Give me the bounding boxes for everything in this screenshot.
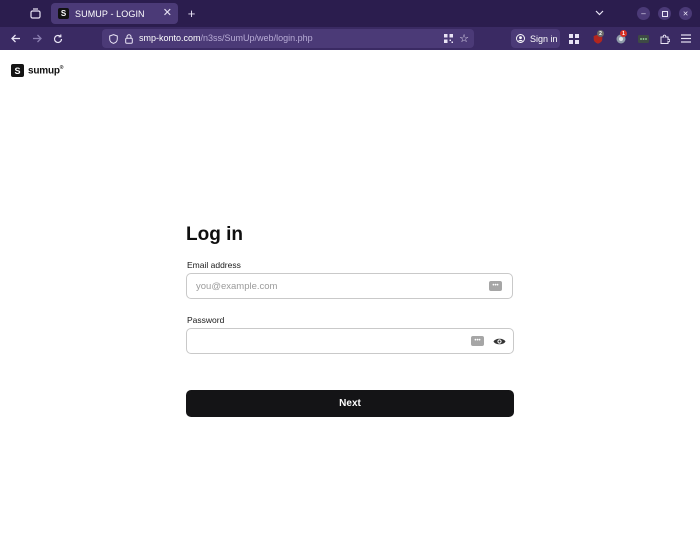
password-manager-icon[interactable]: ••• bbox=[489, 281, 502, 291]
sign-in-button[interactable]: Sign in bbox=[511, 29, 560, 48]
sumup-logo[interactable]: S sumup® bbox=[11, 64, 63, 77]
logo-text: sumup® bbox=[28, 64, 64, 77]
page-content: S sumup® Log in Email address ••• Passwo… bbox=[0, 50, 700, 536]
tab-favicon-icon: S bbox=[58, 8, 69, 19]
maximize-icon[interactable] bbox=[658, 7, 671, 20]
qr-code-icon[interactable] bbox=[443, 33, 454, 44]
tab-overview-icon[interactable] bbox=[29, 7, 42, 20]
extension-badge-count: 1 bbox=[620, 30, 627, 37]
bookmark-star-icon[interactable]: ☆ bbox=[458, 32, 470, 45]
extensions-grid-icon[interactable] bbox=[567, 32, 580, 45]
menu-hamburger-icon[interactable] bbox=[679, 32, 692, 45]
password-extension-icon[interactable] bbox=[637, 32, 650, 45]
tab-bar: S SUMUP - LOGIN ✕ + – ✕ bbox=[0, 0, 700, 27]
puzzle-extensions-icon[interactable] bbox=[658, 32, 671, 45]
email-label: Email address bbox=[187, 260, 241, 270]
next-button[interactable]: Next bbox=[186, 390, 514, 417]
close-tab-icon[interactable]: ✕ bbox=[163, 6, 172, 19]
back-icon[interactable] bbox=[9, 32, 22, 45]
nav-toolbar: smp-konto.com/n3ss/SumUp/web/login.php ☆… bbox=[0, 27, 700, 50]
shield-icon[interactable] bbox=[108, 33, 119, 44]
window-close-icon[interactable]: ✕ bbox=[679, 7, 692, 20]
address-bar[interactable]: smp-konto.com/n3ss/SumUp/web/login.php ☆ bbox=[102, 29, 474, 48]
tab-title: SUMUP - LOGIN bbox=[75, 8, 145, 19]
extension-badge-count: 2 bbox=[597, 30, 604, 37]
chevron-down-icon[interactable] bbox=[593, 7, 605, 19]
url-domain: smp-konto.com bbox=[139, 33, 201, 43]
sumup-logo-mark: S bbox=[11, 64, 24, 77]
sign-in-label: Sign in bbox=[530, 33, 558, 44]
show-password-eye-icon[interactable] bbox=[493, 336, 506, 346]
account-icon bbox=[516, 34, 525, 43]
password-manager-icon[interactable]: ••• bbox=[471, 336, 484, 346]
forward-icon[interactable] bbox=[30, 32, 43, 45]
ublock-extension-icon[interactable]: 2 bbox=[591, 30, 604, 45]
new-tab-icon[interactable]: + bbox=[185, 6, 198, 21]
url-text[interactable]: smp-konto.com/n3ss/SumUp/web/login.php bbox=[139, 33, 313, 43]
password-field-container: ••• bbox=[186, 328, 514, 354]
password-label: Password bbox=[187, 315, 225, 325]
reload-icon[interactable] bbox=[51, 32, 64, 45]
lock-icon[interactable] bbox=[123, 33, 134, 44]
minimize-icon[interactable]: – bbox=[637, 7, 650, 20]
active-tab[interactable]: S SUMUP - LOGIN ✕ bbox=[51, 3, 178, 24]
url-path: /n3ss/SumUp/web/login.php bbox=[200, 33, 313, 43]
email-field[interactable] bbox=[196, 279, 466, 294]
password-field[interactable] bbox=[196, 334, 466, 349]
page-title: Log in bbox=[186, 224, 243, 245]
email-field-container: ••• bbox=[186, 273, 513, 299]
privacy-extension-icon[interactable]: 1 bbox=[614, 30, 627, 45]
